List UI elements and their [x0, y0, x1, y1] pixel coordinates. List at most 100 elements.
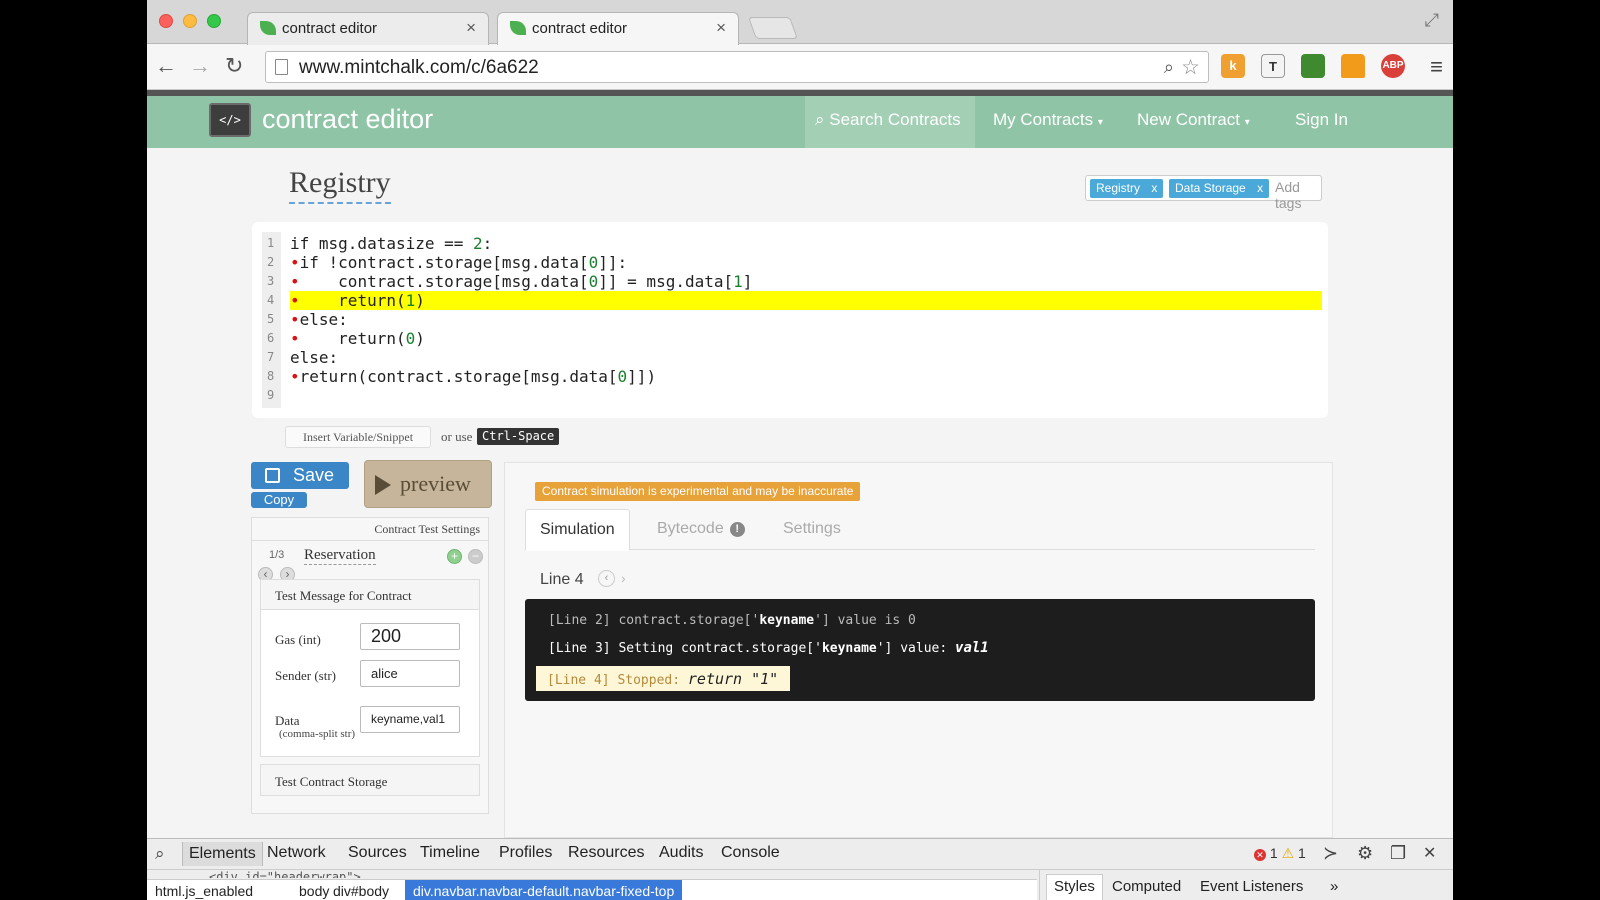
zoom-window-button[interactable]: [207, 14, 221, 28]
dock-icon[interactable]: ❐: [1390, 843, 1406, 864]
leaf-favicon-icon: [510, 21, 526, 35]
tab-computed[interactable]: Computed: [1112, 878, 1181, 895]
breadcrumb-body[interactable]: body: [299, 883, 329, 899]
code-line-8[interactable]: •return(contract.storage[msg.data[0]]): [290, 367, 656, 386]
floppy-disk-icon: [265, 468, 280, 483]
line-gutter: 1 2 3 4 5 6 7 8 9: [262, 232, 281, 408]
sign-in-link[interactable]: Sign In: [1295, 110, 1348, 130]
tags-input[interactable]: Registry x Data Storage x Add tags: [1085, 175, 1322, 211]
reservation-name[interactable]: Reservation: [304, 547, 376, 565]
breadcrumb-navbar[interactable]: div.navbar.navbar-default.navbar-fixed-t…: [405, 880, 683, 900]
save-button[interactable]: Save: [251, 462, 349, 489]
simulation-panel: Contract simulation is experimental and …: [504, 462, 1333, 838]
tab-close-icon[interactable]: ×: [466, 18, 476, 38]
tab-close-icon[interactable]: ×: [716, 18, 726, 38]
devtools-tab-resources[interactable]: Resources: [568, 844, 644, 862]
next-line-icon[interactable]: ›: [621, 570, 626, 586]
url-text[interactable]: www.mintchalk.com/c/6a622: [299, 57, 539, 79]
caret-down-icon: ▾: [1097, 117, 1103, 128]
back-arrow-icon[interactable]: ←: [155, 53, 177, 79]
gas-input[interactable]: 200: [360, 623, 460, 650]
tab-settings[interactable]: Settings: [769, 509, 855, 551]
extension-k-icon[interactable]: k: [1221, 54, 1245, 78]
console-line-4-stopped: [Line 4] Stopped: return "1": [536, 666, 791, 691]
code-line-2[interactable]: •if !contract.storage[msg.data[0]]:: [290, 253, 627, 272]
insert-snippet-button[interactable]: Insert Variable/Snippet: [285, 426, 431, 448]
tag-registry[interactable]: Registry x: [1090, 179, 1164, 198]
devtools-tab-console[interactable]: Console: [721, 844, 780, 862]
remove-reservation-icon[interactable]: −: [468, 549, 483, 564]
sender-input[interactable]: alice: [360, 660, 460, 687]
close-devtools-icon[interactable]: ✕: [1423, 843, 1436, 863]
devtools-tab-timeline[interactable]: Timeline: [420, 844, 480, 862]
browser-tab-2[interactable]: contract editor ×: [497, 12, 739, 45]
new-tab-button[interactable]: [747, 17, 799, 39]
browser-window: contract editor × contract editor × ⤢ ← …: [147, 0, 1453, 900]
tab-bytecode-label: Bytecode: [657, 520, 724, 537]
code-line-1[interactable]: if msg.datasize == 2:: [290, 234, 492, 253]
devtools-tab-audits[interactable]: Audits: [659, 844, 703, 862]
line-number: 4: [267, 293, 275, 307]
search-icon[interactable]: ⌕: [1164, 57, 1174, 78]
tab-bytecode[interactable]: Bytecode!: [643, 509, 759, 551]
code-logo-icon[interactable]: </>: [209, 103, 251, 137]
reload-icon[interactable]: ↻: [225, 53, 243, 79]
code-editor[interactable]: 1 2 3 4 5 6 7 8 9 if msg.datasize == 2: …: [252, 222, 1328, 418]
breadcrumb-div-body[interactable]: div#body: [333, 883, 389, 899]
tag-remove-icon[interactable]: x: [1151, 181, 1157, 195]
tag-remove-icon[interactable]: x: [1257, 181, 1263, 195]
browser-tab-1[interactable]: contract editor ×: [247, 12, 489, 45]
new-contract-dropdown[interactable]: New Contract ▾: [1137, 110, 1250, 130]
adblock-icon[interactable]: ABP: [1381, 54, 1405, 78]
prev-line-icon[interactable]: ‹: [598, 570, 615, 587]
breadcrumb-html[interactable]: html.js_enabled: [155, 883, 253, 899]
code-line-7[interactable]: else:: [290, 348, 338, 367]
code-line-6[interactable]: • return(0): [290, 329, 425, 348]
line-number: 1: [267, 236, 275, 250]
my-contracts-dropdown[interactable]: My Contracts ▾: [993, 110, 1103, 130]
styles-sidebar-tabs: Styles Computed Event Listeners »: [1039, 870, 1453, 900]
brand-title[interactable]: contract editor: [262, 104, 433, 135]
error-warning-counter[interactable]: ✕ 1 ⚠ 1: [1254, 845, 1306, 862]
address-toolbar: ← → ↻ www.mintchalk.com/c/6a622 ⌕ ☆ k T …: [147, 45, 1453, 90]
preview-button[interactable]: preview: [364, 460, 492, 508]
extension-bucket-icon[interactable]: [1341, 54, 1365, 78]
current-line-label: Line 4: [540, 571, 584, 588]
extension-t-icon[interactable]: T: [1261, 54, 1285, 78]
warning-count: 1: [1298, 845, 1306, 861]
settings-gear-icon[interactable]: ⚙: [1357, 843, 1373, 864]
more-tabs-icon[interactable]: »: [1330, 878, 1338, 895]
fullscreen-icon[interactable]: ⤢: [1425, 10, 1439, 31]
code-line-3[interactable]: • contract.storage[msg.data[0]] = msg.da…: [290, 272, 752, 291]
devtools-tab-sources[interactable]: Sources: [348, 844, 407, 862]
add-tags-placeholder[interactable]: Add tags: [1275, 179, 1321, 211]
data-input[interactable]: keyname,val1: [360, 706, 460, 733]
tab-event-listeners[interactable]: Event Listeners: [1200, 878, 1303, 895]
devtools-tab-network[interactable]: Network: [267, 844, 326, 862]
add-reservation-icon[interactable]: +: [447, 549, 462, 564]
address-bar[interactable]: www.mintchalk.com/c/6a622 ⌕ ☆: [265, 51, 1209, 83]
extension-leaf-icon[interactable]: [1301, 54, 1325, 78]
line-number: 6: [267, 331, 275, 345]
devtools-tab-profiles[interactable]: Profiles: [499, 844, 552, 862]
tab-simulation[interactable]: Simulation: [525, 509, 630, 551]
tab-strip: contract editor × contract editor × ⤢: [147, 0, 1453, 45]
code-line-4-highlighted[interactable]: • return(1): [290, 291, 1322, 310]
search-icon[interactable]: ⌕: [155, 844, 165, 864]
devtools-tab-elements[interactable]: Elements: [182, 842, 263, 866]
warning-icon: ⚠: [1281, 845, 1295, 861]
code-line-5[interactable]: •else:: [290, 310, 348, 329]
copy-button[interactable]: Copy: [251, 492, 307, 508]
minimize-window-button[interactable]: [183, 14, 197, 28]
contract-title[interactable]: Registry: [289, 166, 391, 204]
close-window-button[interactable]: [159, 14, 173, 28]
test-contract-storage-toggle[interactable]: Test Contract Storage: [260, 764, 480, 796]
bookmark-star-icon[interactable]: ☆: [1181, 55, 1200, 80]
tag-data-storage[interactable]: Data Storage x: [1169, 179, 1270, 198]
console-drawer-icon[interactable]: ≻: [1323, 843, 1338, 864]
forward-arrow-icon[interactable]: →: [189, 53, 211, 79]
search-contracts-link[interactable]: ⌕ Search Contracts: [805, 96, 975, 148]
tab-styles[interactable]: Styles: [1046, 874, 1103, 900]
hamburger-menu-icon[interactable]: ≡: [1430, 54, 1443, 80]
dom-tree-peek[interactable]: <div id="headerwrap">: [209, 870, 361, 878]
